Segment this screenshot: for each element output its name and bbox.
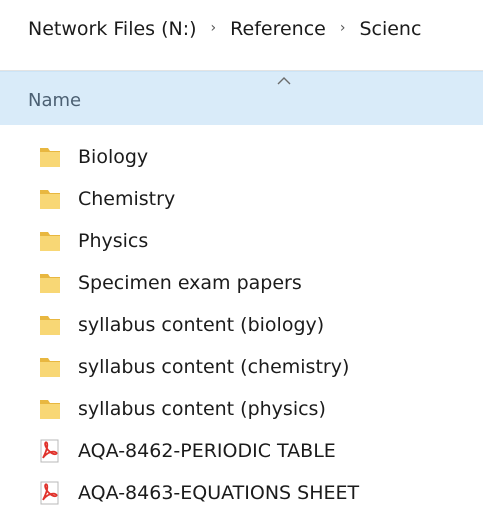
pdf-icon <box>36 438 64 464</box>
folder-icon <box>36 228 64 254</box>
folder-icon <box>36 396 64 422</box>
folder-icon <box>36 354 64 380</box>
folder-row[interactable]: syllabus content (chemistry) <box>0 346 483 388</box>
file-name-label: syllabus content (biology) <box>78 314 325 336</box>
file-name-label: Biology <box>78 146 149 168</box>
file-row[interactable]: AQA-8463-EQUATIONS SHEET <box>0 472 483 505</box>
folder-icon <box>36 186 64 212</box>
breadcrumb-reference[interactable]: Reference <box>230 18 326 40</box>
file-name-label: syllabus content (physics) <box>78 398 326 420</box>
folder-row[interactable]: syllabus content (physics) <box>0 388 483 430</box>
folder-icon <box>36 144 64 170</box>
pdf-icon <box>36 480 64 505</box>
file-name-label: Physics <box>78 230 149 252</box>
breadcrumb-network-files[interactable]: Network Files (N:) <box>28 18 197 40</box>
column-name-label: Name <box>28 90 82 111</box>
file-name-label: syllabus content (chemistry) <box>78 356 350 378</box>
sort-ascending-icon <box>277 77 291 85</box>
file-name-label: Specimen exam papers <box>78 272 302 294</box>
folder-row[interactable]: Specimen exam papers <box>0 262 483 304</box>
folder-row[interactable]: Biology <box>0 136 483 178</box>
breadcrumb: Network Files (N:) › Reference › Scienc <box>0 0 483 58</box>
breadcrumb-separator-icon[interactable]: › <box>211 20 217 36</box>
breadcrumb-science[interactable]: Scienc <box>359 18 421 40</box>
folder-icon <box>36 312 64 338</box>
file-name-label: Chemistry <box>78 188 176 210</box>
file-explorer-window: Network Files (N:) › Reference › Scienc … <box>0 0 483 505</box>
breadcrumb-separator-icon[interactable]: › <box>340 20 346 36</box>
folder-icon <box>36 270 64 296</box>
column-header-name[interactable]: Name <box>0 71 483 125</box>
file-name-label: AQA-8462-PERIODIC TABLE <box>78 440 336 462</box>
file-name-label: AQA-8463-EQUATIONS SHEET <box>78 482 360 504</box>
folder-row[interactable]: Physics <box>0 220 483 262</box>
file-list: Biology Chemistry Physics Specimen exam pap… <box>0 136 483 505</box>
file-row[interactable]: AQA-8462-PERIODIC TABLE <box>0 430 483 472</box>
folder-row[interactable]: Chemistry <box>0 178 483 220</box>
folder-row[interactable]: syllabus content (biology) <box>0 304 483 346</box>
